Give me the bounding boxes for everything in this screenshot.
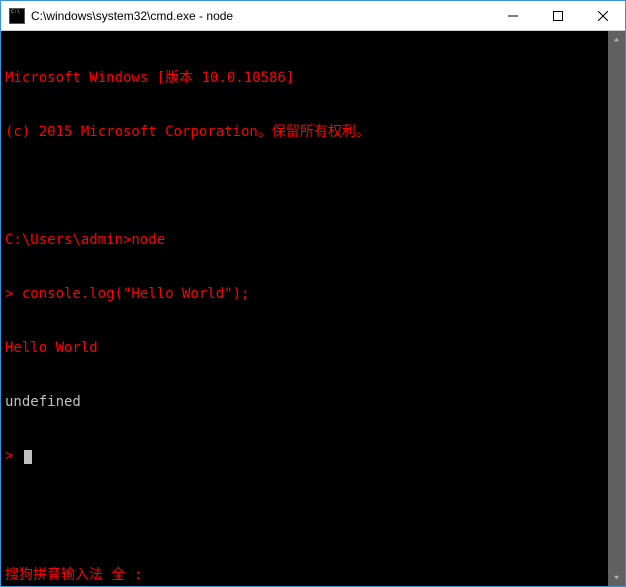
maximize-button[interactable] bbox=[535, 1, 580, 30]
minimize-icon bbox=[508, 11, 518, 21]
node-prompt: > bbox=[5, 286, 22, 302]
minimize-button[interactable] bbox=[490, 1, 535, 30]
terminal-output[interactable]: Microsoft Windows [版本 10.0.10586] (c) 20… bbox=[1, 31, 608, 586]
chevron-down-icon bbox=[613, 574, 620, 581]
node-input-line: > console.log("Hello World"); bbox=[5, 285, 604, 303]
terminal-area: Microsoft Windows [版本 10.0.10586] (c) 20… bbox=[1, 31, 625, 586]
vertical-scrollbar[interactable] bbox=[608, 31, 625, 586]
titlebar[interactable]: C:\windows\system32\cmd.exe - node bbox=[1, 1, 625, 31]
blank-line bbox=[5, 177, 604, 195]
copyright-line: (c) 2015 Microsoft Corporation。保留所有权利。 bbox=[5, 123, 604, 141]
cmd-icon bbox=[9, 8, 25, 24]
cmd-window: C:\windows\system32\cmd.exe - node Micro… bbox=[0, 0, 626, 587]
banner-line: Microsoft Windows [版本 10.0.10586] bbox=[5, 69, 604, 87]
prompt-line: C:\Users\admin>node bbox=[5, 231, 604, 249]
node-prompt: > bbox=[5, 448, 22, 464]
close-button[interactable] bbox=[580, 1, 625, 30]
return-value-line: undefined bbox=[5, 393, 604, 411]
scroll-track[interactable] bbox=[608, 48, 625, 569]
ime-status: 搜狗拼音输入法 全 : bbox=[5, 566, 142, 584]
window-controls bbox=[490, 1, 625, 30]
scroll-up-button[interactable] bbox=[608, 31, 625, 48]
output-line: Hello World bbox=[5, 339, 604, 357]
node-input: console.log("Hello World"); bbox=[22, 286, 250, 302]
window-title: C:\windows\system32\cmd.exe - node bbox=[31, 9, 490, 23]
chevron-up-icon bbox=[613, 36, 620, 43]
maximize-icon bbox=[553, 11, 563, 21]
scroll-down-button[interactable] bbox=[608, 569, 625, 586]
scroll-thumb[interactable] bbox=[608, 48, 625, 569]
current-prompt-line: > bbox=[5, 447, 604, 465]
close-icon bbox=[598, 11, 608, 21]
cursor-icon bbox=[24, 450, 32, 464]
